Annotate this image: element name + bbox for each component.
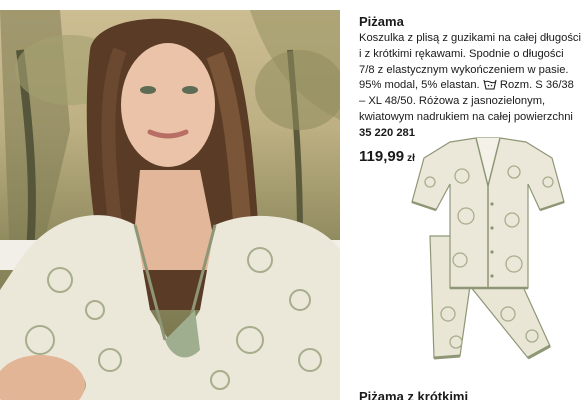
model-illustration (0, 10, 340, 400)
price-value: 119,99 (359, 147, 405, 165)
product-name: Piżama (359, 14, 404, 29)
pajama-packshot (411, 137, 565, 360)
washing-tub-icon (483, 80, 497, 90)
model-photo (0, 10, 340, 400)
product-description: Koszulka z plisą z guzikami na całej dłu… (359, 31, 581, 142)
next-product-title: Piżama z krótkimi (359, 389, 469, 400)
